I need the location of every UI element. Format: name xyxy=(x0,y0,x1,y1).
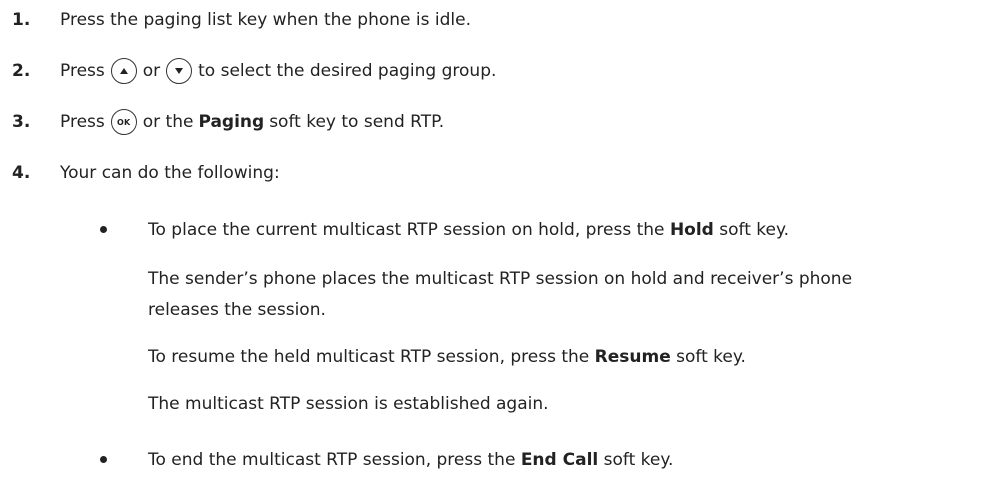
bullet-icon xyxy=(100,456,107,463)
step-number: 2. xyxy=(12,61,31,81)
step-text-post: to select the desired paging group. xyxy=(198,61,497,81)
step-text: Press or to select the desired paging gr… xyxy=(60,58,496,84)
down-arrow-key-icon xyxy=(166,58,193,84)
softkey-hold: Hold xyxy=(669,220,714,240)
step-text: Press the paging list key when the phone… xyxy=(60,10,471,30)
step-text-pre: Press xyxy=(60,61,105,81)
bullet-text-pre: To place the current multicast RTP sessi… xyxy=(148,220,665,240)
bullet-1-para-3: The multicast RTP session is established… xyxy=(148,394,549,414)
bullet-2-text: To end the multicast RTP session, press … xyxy=(148,445,673,475)
step-number: 1. xyxy=(12,10,31,30)
step-number: 4. xyxy=(12,163,31,183)
softkey-paging: Paging xyxy=(198,112,265,132)
step-text-mid: or xyxy=(142,61,161,81)
step-text-pre: Press xyxy=(60,112,105,132)
bullet-1-para-1b: releases the session. xyxy=(148,300,326,320)
bullet-text-pre: To end the multicast RTP session, press … xyxy=(148,450,516,470)
softkey-end-call: End Call xyxy=(520,450,599,470)
step-text: Press OK or the Paging soft key to send … xyxy=(60,109,444,135)
bullet-text-post: soft key. xyxy=(603,450,674,470)
step-text-mid: or the xyxy=(142,112,194,132)
para-text-post: soft key. xyxy=(676,347,746,367)
softkey-resume: Resume xyxy=(594,347,671,367)
up-arrow-key-icon xyxy=(110,58,137,84)
ok-key-icon: OK xyxy=(110,109,137,135)
ok-key-label: OK xyxy=(117,117,131,127)
step-text: Your can do the following: xyxy=(60,163,280,183)
bullet-1-para-2: To resume the held multicast RTP session… xyxy=(148,342,746,372)
step-number: 3. xyxy=(12,112,31,132)
para-text-pre: To resume the held multicast RTP session… xyxy=(148,347,590,367)
bullet-text-post: soft key. xyxy=(719,220,790,240)
step-text-post: soft key to send RTP. xyxy=(269,112,445,132)
bullet-1-para-1a: The sender’s phone places the multicast … xyxy=(148,269,853,289)
bullet-icon xyxy=(100,226,107,233)
bullet-1-text: To place the current multicast RTP sessi… xyxy=(148,215,789,245)
